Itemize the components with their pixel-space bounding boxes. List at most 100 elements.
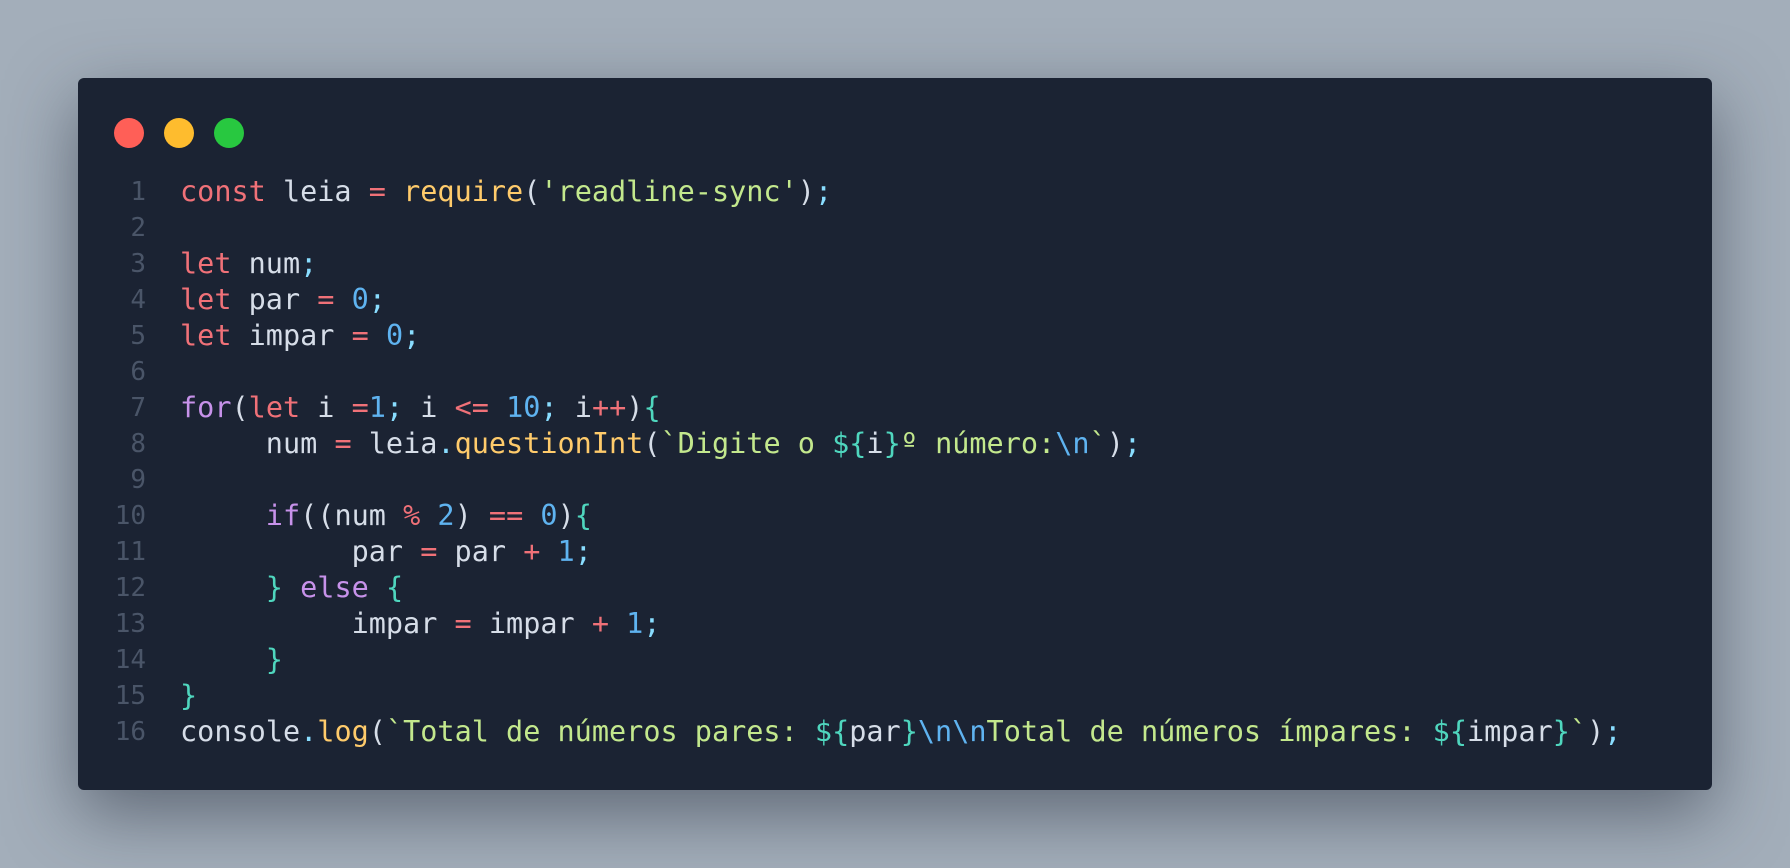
code-token: ==: [488, 499, 524, 532]
code-token: `Total de números pares:: [385, 715, 815, 748]
code-token: ${: [814, 715, 850, 748]
code-token: (: [523, 175, 541, 208]
code-line[interactable]: 8 num = leia.questionInt(`Digite o ${i}º…: [78, 426, 1712, 462]
code-token: leia: [265, 175, 369, 208]
code-token: if: [265, 499, 301, 532]
code-token: par: [849, 715, 901, 748]
line-number: 6: [130, 357, 146, 387]
code-token: ;: [540, 391, 558, 424]
code-token: 0: [351, 283, 369, 316]
code-line[interactable]: 7 for(let i =1; i <= 10; i++){: [78, 390, 1712, 426]
code-token: }: [1552, 715, 1570, 748]
code-line[interactable]: 15}: [78, 678, 1712, 714]
code-line[interactable]: 5 let impar = 0;: [78, 318, 1712, 354]
line-number: 2: [130, 213, 146, 243]
code-token: º número:: [900, 427, 1056, 460]
code-token: }: [180, 679, 198, 712]
line-number: 9: [130, 465, 146, 495]
code-token: =: [420, 535, 438, 568]
code-token: {: [574, 499, 592, 532]
code-line[interactable]: 3 let num;: [78, 246, 1712, 282]
code-token: let: [180, 247, 232, 280]
code-token: `Digite o: [660, 427, 833, 460]
code-token: ${: [1432, 715, 1467, 748]
code-token: %: [403, 499, 421, 532]
code-token: num: [180, 427, 335, 460]
code-token: =: [334, 427, 352, 460]
code-token: 1: [368, 391, 386, 424]
code-token: ;: [368, 283, 386, 316]
code-editor: 1 const leia = require('readline-sync'); 2…: [78, 174, 1712, 750]
line-number: 15: [114, 681, 146, 711]
code-token: }: [900, 715, 918, 748]
code-token: \n\n: [917, 715, 987, 748]
code-token: impar: [471, 607, 592, 640]
code-token: log: [317, 715, 369, 748]
code-token: 0: [540, 499, 558, 532]
code-token: par: [231, 283, 318, 316]
code-line[interactable]: 16 console.log(`Total de números pares: $…: [78, 714, 1712, 750]
minimize-dot-icon[interactable]: [164, 118, 194, 148]
code-token: ;: [1604, 715, 1622, 748]
code-line[interactable]: 11 par = par + 1;: [78, 534, 1712, 570]
code-token: \n: [1055, 427, 1090, 460]
line-number: 5: [130, 321, 146, 351]
code-token: num: [231, 247, 301, 280]
code-token: for: [180, 391, 232, 424]
code-token: (: [231, 391, 249, 424]
code-token: impar: [180, 607, 455, 640]
code-token: ++: [591, 391, 627, 424]
code-line[interactable]: 12 } else {: [78, 570, 1712, 606]
code-token: let: [248, 391, 301, 424]
line-number: 12: [114, 573, 146, 603]
code-token: 1: [557, 535, 575, 568]
code-token: =: [454, 607, 472, 640]
code-line[interactable]: 1 const leia = require('readline-sync');: [78, 174, 1712, 210]
code-token: Total de números ímpares:: [986, 715, 1433, 748]
code-line[interactable]: 9: [78, 462, 1712, 498]
code-token: 'readline-sync': [540, 175, 798, 208]
window-controls: [114, 118, 244, 148]
code-token: =: [317, 283, 335, 316]
line-number: 7: [130, 393, 146, 423]
code-token: impar: [231, 319, 352, 352]
code-token: =: [368, 175, 386, 208]
code-token: ): [626, 391, 644, 424]
code-line[interactable]: 2: [78, 210, 1712, 246]
line-number: 1: [130, 177, 146, 207]
line-number: 3: [130, 249, 146, 279]
code-token: (: [643, 427, 661, 460]
code-token: <=: [454, 391, 489, 424]
code-text: } else {: [180, 570, 403, 606]
close-dot-icon[interactable]: [114, 118, 144, 148]
code-line[interactable]: 4 let par = 0;: [78, 282, 1712, 318]
code-token: 10: [506, 391, 541, 424]
code-token: .: [437, 427, 455, 460]
code-token: }: [883, 427, 901, 460]
code-line[interactable]: 10 if((num % 2) == 0){: [78, 498, 1712, 534]
maximize-dot-icon[interactable]: [214, 118, 244, 148]
code-line[interactable]: 6: [78, 354, 1712, 390]
code-text: num = leia.questionInt(`Digite o ${i}º n…: [180, 426, 1141, 462]
code-token: ): [1587, 715, 1605, 748]
code-text: let impar = 0;: [180, 318, 420, 354]
code-token: require: [403, 175, 524, 208]
code-token: ;: [300, 247, 318, 280]
code-line[interactable]: 13 impar = impar + 1;: [78, 606, 1712, 642]
code-token: ${: [832, 427, 867, 460]
code-text: console.log(`Total de números pares: ${p…: [180, 714, 1621, 750]
code-token: questionInt: [454, 427, 644, 460]
code-token: ;: [385, 391, 404, 424]
code-token: =: [351, 391, 369, 424]
code-token: 1: [626, 607, 644, 640]
code-token: i: [300, 391, 352, 424]
code-line[interactable]: 14 }: [78, 642, 1712, 678]
